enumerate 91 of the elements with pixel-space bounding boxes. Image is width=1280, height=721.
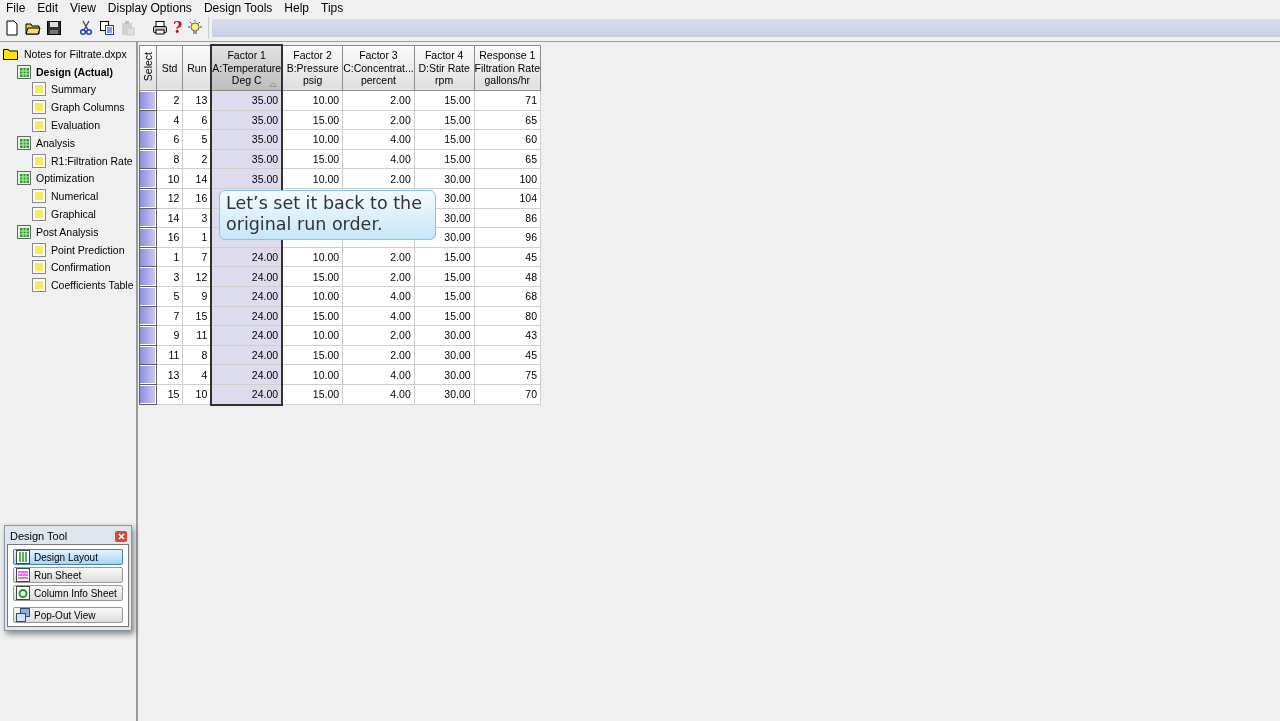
row-select-button[interactable] (140, 307, 155, 325)
table-cell: 24.00 (211, 266, 283, 287)
sort-arrow-icon (269, 82, 278, 87)
tree-item[interactable]: Confirmation (51, 261, 111, 274)
tree-item[interactable]: Graphical (51, 208, 96, 221)
column-header[interactable]: Select (139, 45, 157, 91)
tree-item[interactable]: Optimization (36, 172, 95, 185)
row-select-button[interactable] (140, 346, 155, 364)
row-select-button[interactable] (140, 189, 155, 207)
column-header[interactable]: Factor 4 D:Stir Rate rpm (414, 45, 475, 91)
row-select-button[interactable] (140, 150, 155, 168)
column-header[interactable]: Factor 1 A:Temperature Deg C (211, 45, 283, 91)
tree-item[interactable]: Coefficients Table (51, 279, 134, 292)
tool-button[interactable]: Pop-Out View (13, 607, 123, 623)
tree-item[interactable]: Graph Columns (51, 101, 125, 114)
table-cell: 24.00 (211, 345, 283, 365)
callout-text: Let’s set it back to the original run order. (219, 190, 436, 240)
circular-arrow-icon (16, 586, 30, 600)
menu-item[interactable]: Design Tools (203, 0, 273, 15)
tree-item[interactable]: Numerical (51, 190, 99, 203)
row-select-button[interactable] (140, 170, 155, 188)
tool-button[interactable]: Design Layout (13, 549, 123, 565)
document-icon (32, 153, 46, 168)
printer-icon[interactable] (152, 20, 168, 36)
folder-icon (3, 47, 19, 61)
menu-item[interactable]: Edit (37, 0, 59, 15)
row-select-button[interactable] (140, 131, 155, 148)
row-select-button[interactable] (140, 228, 155, 246)
tool-button[interactable]: Run Sheet (13, 567, 123, 583)
column-header[interactable]: Std (156, 45, 183, 91)
column-header[interactable]: Factor 3 C:Concentrat... percent (342, 45, 415, 91)
tree-item[interactable]: Point Prediction (51, 243, 125, 256)
tree-item[interactable]: Summary (51, 83, 96, 96)
help-button[interactable]: ? (173, 20, 183, 36)
tree-item[interactable]: Analysis (36, 136, 76, 149)
columns-icon (16, 550, 30, 564)
column-header[interactable]: Factor 2 B:Pressure psig (282, 45, 343, 91)
row-select-button[interactable] (140, 268, 155, 286)
document-icon (32, 118, 46, 133)
table-cell: 24.00 (211, 364, 283, 385)
table-cell: 35.00 (211, 149, 283, 169)
copy-icon[interactable] (99, 20, 115, 36)
menu-item[interactable]: Display Options (107, 0, 192, 15)
window-title: Design Tool (10, 530, 68, 542)
tree-item[interactable]: Notes for Filtrate.dxpx (24, 47, 127, 60)
grid-icon (17, 171, 31, 186)
menu-item[interactable]: Tips (321, 0, 344, 15)
document-icon (32, 207, 46, 222)
menu-item[interactable]: View (70, 0, 96, 15)
table-cell: 24.00 (211, 325, 283, 346)
row-select-button[interactable] (140, 209, 155, 227)
table-cell: 35.00 (211, 168, 283, 189)
row-select-button[interactable] (140, 366, 155, 384)
table-cell: 35.00 (211, 129, 283, 150)
document-icon (32, 278, 46, 293)
document-icon (32, 260, 46, 275)
grid-icon (17, 64, 31, 79)
close-button[interactable] (115, 530, 127, 542)
grid-icon (17, 224, 31, 239)
menu-item[interactable]: File (6, 0, 26, 15)
table-cell: 24.00 (211, 384, 283, 405)
row-select-button[interactable] (140, 385, 155, 403)
new-file-icon[interactable] (4, 20, 20, 36)
rows-icon (16, 568, 30, 582)
document-icon (32, 242, 46, 257)
document-icon (32, 189, 46, 204)
tree-item[interactable]: Design (Actual) (36, 65, 113, 78)
tool-button[interactable]: Column Info Sheet (13, 585, 123, 601)
document-icon (32, 100, 46, 115)
table-cell: 35.00 (211, 90, 283, 111)
row-select-button[interactable] (140, 111, 155, 129)
tree-item[interactable]: Evaluation (51, 119, 101, 132)
row-select-button[interactable] (140, 287, 155, 305)
table-cell: 24.00 (211, 247, 283, 267)
document-icon (32, 82, 46, 97)
table-cell: 24.00 (211, 306, 283, 326)
close-icon (117, 532, 125, 540)
tree-item[interactable]: R1:Filtration Rate (51, 154, 133, 167)
row-select-button[interactable] (140, 91, 155, 109)
table-cell: 35.00 (211, 110, 283, 130)
row-select-button[interactable] (140, 326, 155, 344)
folder-icon[interactable] (25, 20, 41, 36)
menu-item[interactable]: Help (284, 0, 310, 15)
windows-icon (16, 608, 30, 622)
grid-icon (17, 135, 31, 150)
column-header[interactable]: Response 1 Filtration Rate gallons/hr (474, 45, 541, 91)
tree-item[interactable]: Post Analysis (36, 225, 99, 238)
light-bulb-icon[interactable] (187, 20, 204, 36)
row-select-button[interactable] (140, 248, 155, 266)
scissors-icon[interactable] (78, 20, 94, 36)
table-cell: 24.00 (211, 286, 283, 307)
